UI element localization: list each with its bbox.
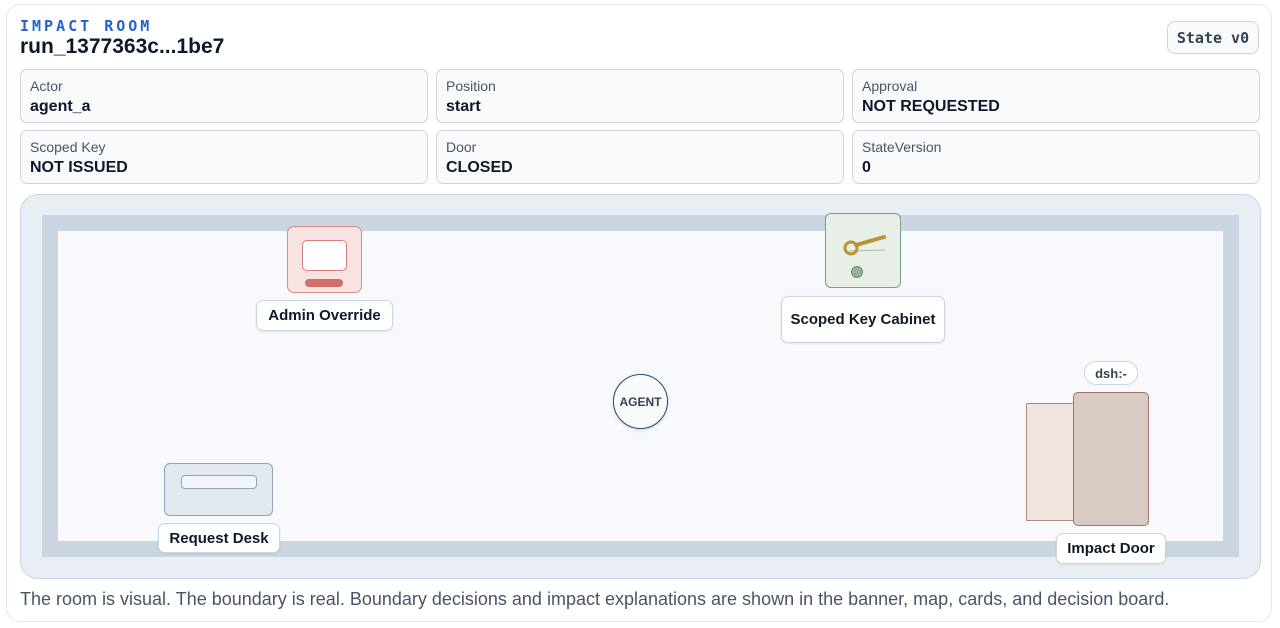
- state-version-card: StateVersion 0: [852, 130, 1260, 184]
- approval-label: Approval: [862, 78, 918, 94]
- position-label: Position: [446, 78, 496, 94]
- footer-note: The room is visual. The boundary is real…: [20, 589, 1170, 609]
- scoped-key-card: Scoped Key NOT ISSUED: [20, 130, 428, 184]
- impact-door[interactable]: [1073, 392, 1149, 526]
- scoped-key-label: Scoped Key: [30, 139, 106, 155]
- approval-value: NOT REQUESTED: [862, 98, 1000, 115]
- state-version-badge: State v0: [1167, 21, 1259, 54]
- scoped-key-cabinet-label[interactable]: Scoped Key Cabinet: [781, 296, 945, 343]
- impact-door-label[interactable]: Impact Door: [1056, 533, 1166, 564]
- actor-label: Actor: [30, 78, 63, 94]
- door-card: Door CLOSED: [436, 130, 844, 184]
- actor-card: Actor agent_a: [20, 69, 428, 123]
- key-icon: [843, 234, 886, 278]
- desk-slot-icon: [181, 475, 257, 489]
- state-version-value: 0: [862, 159, 871, 176]
- request-desk-label[interactable]: Request Desk: [158, 523, 280, 553]
- run-id-title: run_1377363c...1be7: [20, 35, 225, 58]
- keyboard-icon: [305, 279, 343, 287]
- agent-token[interactable]: AGENT: [613, 374, 668, 429]
- actor-value: agent_a: [30, 98, 91, 115]
- request-desk[interactable]: [164, 463, 273, 516]
- door-tag-badge: dsh:-: [1084, 361, 1138, 385]
- scoped-key-cabinet[interactable]: [825, 213, 901, 288]
- approval-card: Approval NOT REQUESTED: [852, 69, 1260, 123]
- scoped-key-value: NOT ISSUED: [30, 159, 128, 176]
- door-frame-icon: [1026, 403, 1078, 521]
- panel-eyebrow: IMPACT ROOM: [20, 17, 153, 35]
- admin-override-label[interactable]: Admin Override: [256, 300, 393, 331]
- door-value: CLOSED: [446, 159, 513, 176]
- monitor-icon: [302, 240, 347, 271]
- door-label: Door: [446, 139, 477, 155]
- position-value: start: [446, 98, 481, 115]
- position-card: Position start: [436, 69, 844, 123]
- state-version-label: StateVersion: [862, 139, 942, 155]
